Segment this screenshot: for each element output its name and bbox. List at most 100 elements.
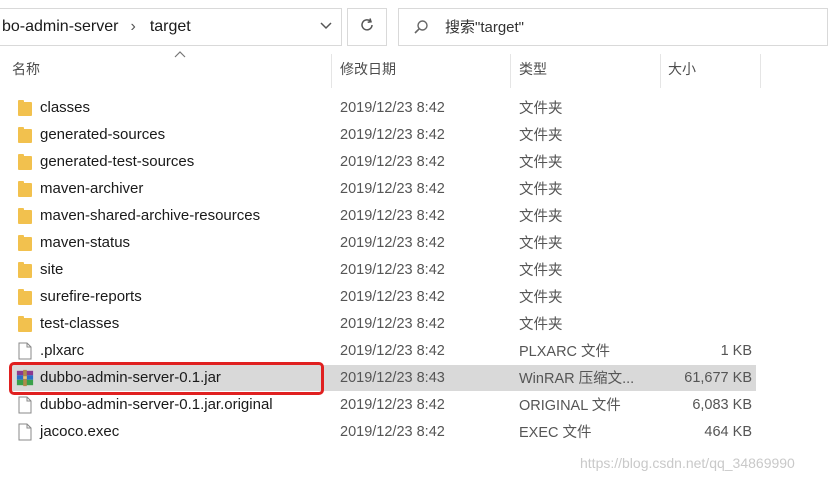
file-size: [662, 283, 752, 310]
column-header-date-label: 修改日期: [340, 61, 396, 77]
file-row[interactable]: maven-shared-archive-resources 2019/12/2…: [0, 202, 835, 229]
file-type: WinRAR 压缩文...: [519, 371, 635, 387]
column-header-size-label: 大小: [668, 61, 696, 77]
folder-icon: [16, 310, 34, 337]
file-size: [662, 229, 752, 256]
file-row[interactable]: maven-status 2019/12/23 8:42 文件夹: [0, 229, 835, 256]
file-row[interactable]: jacoco.exec 2019/12/23 8:42 EXEC 文件 464 …: [0, 418, 835, 445]
file-type: 文件夹: [519, 101, 563, 117]
column-header-type[interactable]: 类型: [519, 52, 659, 86]
file-type: ORIGINAL 文件: [519, 398, 621, 414]
folder-icon: [16, 148, 34, 175]
file-modified-date: 2019/12/23 8:42: [340, 396, 445, 413]
file-name: maven-shared-archive-resources: [40, 207, 261, 224]
file-row[interactable]: site 2019/12/23 8:42 文件夹: [0, 256, 835, 283]
file-size: 6,083 KB: [692, 396, 752, 413]
column-headers: 名称 修改日期 类型 大小: [0, 50, 835, 88]
column-divider[interactable]: [331, 54, 332, 88]
file-size: [662, 310, 752, 337]
folder-icon: [16, 175, 34, 202]
file-explorer: bo-admin-server › target 名称: [0, 0, 835, 481]
file-icon: [16, 337, 34, 364]
file-type: 文件夹: [519, 155, 563, 171]
file-modified-date: 2019/12/23 8:43: [340, 369, 445, 386]
file-name: site: [40, 261, 64, 278]
folder-icon: [16, 202, 34, 229]
file-size: 61,677 KB: [684, 369, 752, 386]
file-modified-date: 2019/12/23 8:42: [340, 180, 445, 197]
file-type: 文件夹: [519, 263, 563, 279]
file-icon: [16, 391, 34, 418]
file-row[interactable]: test-classes 2019/12/23 8:42 文件夹: [0, 310, 835, 337]
search-icon: [399, 19, 443, 35]
file-name: generated-sources: [40, 126, 166, 143]
file-type: 文件夹: [519, 290, 563, 306]
file-size: [662, 175, 752, 202]
file-type: 文件夹: [519, 209, 563, 225]
chevron-down-icon[interactable]: [317, 17, 335, 35]
file-name: classes: [40, 99, 91, 116]
file-modified-date: 2019/12/23 8:42: [340, 288, 445, 305]
column-header-date[interactable]: 修改日期: [340, 52, 510, 86]
folder-icon: [16, 121, 34, 148]
file-name: jacoco.exec: [40, 423, 120, 440]
file-icon: [16, 418, 34, 445]
column-divider[interactable]: [760, 54, 761, 88]
file-size: [662, 202, 752, 229]
watermark: https://blog.csdn.net/qq_34869990: [580, 455, 795, 471]
file-type: 文件夹: [519, 182, 563, 198]
file-modified-date: 2019/12/23 8:42: [340, 153, 445, 170]
file-size: 464 KB: [704, 423, 752, 440]
file-type: 文件夹: [519, 317, 563, 333]
file-type: EXEC 文件: [519, 425, 592, 441]
folder-icon: [16, 283, 34, 310]
file-name: maven-status: [40, 234, 131, 251]
file-type: PLXARC 文件: [519, 344, 611, 360]
breadcrumb-parent[interactable]: bo-admin-server: [0, 18, 118, 36]
folder-icon: [16, 94, 34, 121]
file-modified-date: 2019/12/23 8:42: [340, 342, 445, 359]
file-size: 1 KB: [720, 342, 752, 359]
file-size: [662, 94, 752, 121]
column-header-type-label: 类型: [519, 61, 547, 77]
file-name: generated-test-sources: [40, 153, 195, 170]
file-row[interactable]: classes 2019/12/23 8:42 文件夹: [0, 94, 835, 121]
column-header-name-label: 名称: [12, 61, 40, 77]
file-row[interactable]: generated-test-sources 2019/12/23 8:42 文…: [0, 148, 835, 175]
file-name: dubbo-admin-server-0.1.jar.original: [40, 396, 273, 413]
sort-ascending-icon: [174, 50, 186, 62]
file-row[interactable]: generated-sources 2019/12/23 8:42 文件夹: [0, 121, 835, 148]
address-bar[interactable]: bo-admin-server › target: [0, 8, 342, 46]
file-size: [662, 148, 752, 175]
file-modified-date: 2019/12/23 8:42: [340, 126, 445, 143]
file-modified-date: 2019/12/23 8:42: [340, 423, 445, 440]
refresh-icon: [359, 17, 375, 38]
file-modified-date: 2019/12/23 8:42: [340, 99, 445, 116]
file-name: .plxarc: [40, 342, 85, 359]
file-size: [662, 121, 752, 148]
search-box[interactable]: [398, 8, 828, 46]
column-header-name[interactable]: 名称: [12, 50, 330, 86]
file-row[interactable]: dubbo-admin-server-0.1.jar.original 2019…: [0, 391, 835, 418]
file-name: test-classes: [40, 315, 120, 332]
file-type: 文件夹: [519, 128, 563, 144]
file-modified-date: 2019/12/23 8:42: [340, 261, 445, 278]
column-divider[interactable]: [660, 54, 661, 88]
file-modified-date: 2019/12/23 8:42: [340, 234, 445, 251]
search-input[interactable]: [443, 17, 787, 37]
column-header-size[interactable]: 大小: [668, 52, 760, 86]
file-row[interactable]: surefire-reports 2019/12/23 8:42 文件夹: [0, 283, 835, 310]
file-size: [662, 256, 752, 283]
breadcrumb-separator-icon[interactable]: ›: [130, 18, 135, 36]
file-type: 文件夹: [519, 236, 563, 252]
file-row[interactable]: .plxarc 2019/12/23 8:42 PLXARC 文件 1 KB: [0, 337, 835, 364]
breadcrumb-current[interactable]: target: [148, 18, 191, 36]
highlight-annotation: [9, 362, 324, 395]
column-divider[interactable]: [510, 54, 511, 88]
folder-icon: [16, 256, 34, 283]
file-name: surefire-reports: [40, 288, 142, 305]
file-name: maven-archiver: [40, 180, 144, 197]
folder-icon: [16, 229, 34, 256]
refresh-button[interactable]: [347, 8, 387, 46]
file-row[interactable]: maven-archiver 2019/12/23 8:42 文件夹: [0, 175, 835, 202]
